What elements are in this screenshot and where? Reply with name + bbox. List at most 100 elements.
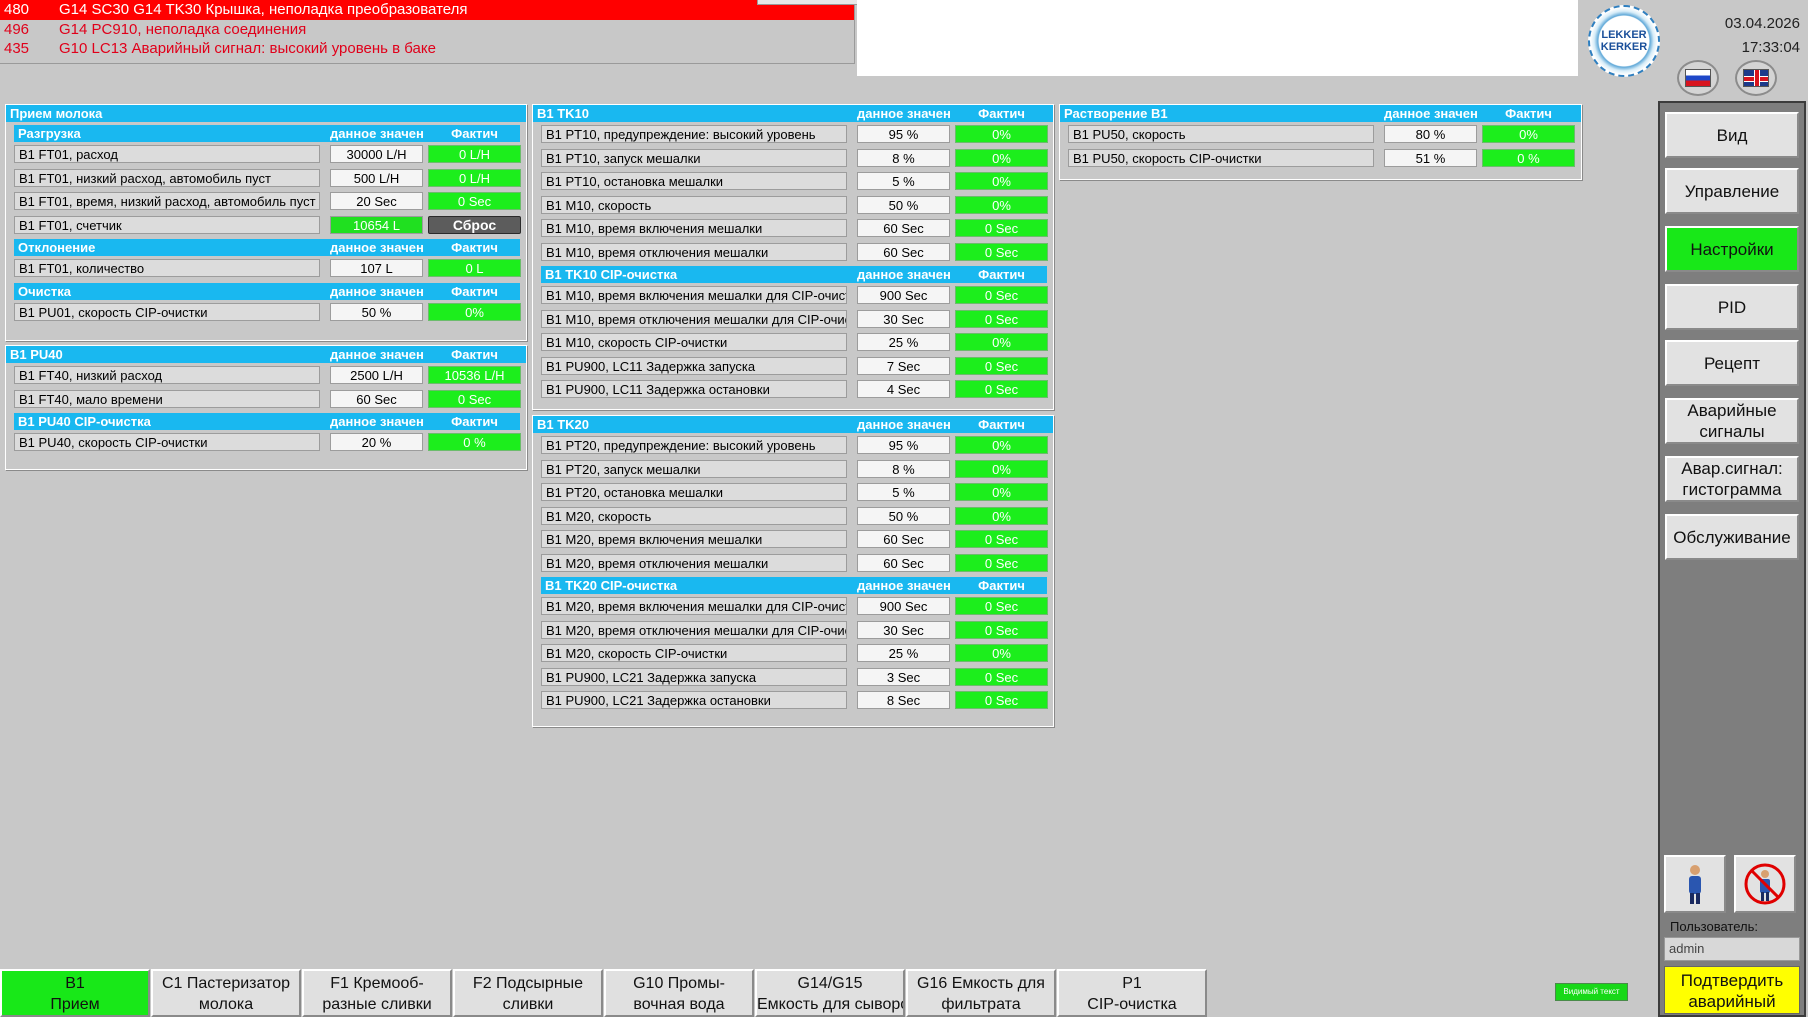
- actual-value: 0 Sec: [955, 620, 1048, 639]
- tk10-title: B1 TK10: [537, 106, 590, 121]
- actual-column-header: Фактич: [978, 578, 1025, 593]
- parameter-row: B1 FT01, время, низкий расход, автомобил…: [14, 192, 521, 213]
- tab-line1: G16 Емкость для: [917, 975, 1045, 992]
- parameter-label: B1 PU01, скорость CIP-очистки: [14, 302, 320, 321]
- setpoint-input[interactable]: 3 Sec: [857, 667, 950, 686]
- nav-alarms-button[interactable]: Аварийные сигналы: [1665, 398, 1799, 444]
- nav-view-button[interactable]: Вид: [1665, 112, 1799, 158]
- parameter-label: B1 M20, время отключения мешалки для CIP…: [541, 620, 847, 639]
- setpoint-input[interactable]: 107 L: [330, 259, 423, 277]
- setpoint-input[interactable]: 51 %: [1384, 148, 1477, 167]
- parameter-label: B1 FT01, низкий расход, автомобиль пуст: [14, 168, 320, 187]
- setpoint-input[interactable]: 500 L/H: [330, 168, 423, 187]
- unload-section-header: Разгрузка данное значени Фактич: [14, 125, 520, 142]
- setpoint-input[interactable]: 900 Sec: [857, 286, 950, 304]
- actual-value: 0%: [955, 195, 1048, 214]
- nav-alarm-histogram-button[interactable]: Авар.сигнал: гистограмма: [1665, 456, 1799, 502]
- setpoint-input[interactable]: 25 %: [857, 644, 950, 662]
- setpoint-input[interactable]: 900 Sec: [857, 597, 950, 615]
- deviation-section-title: Отклонение: [18, 240, 96, 255]
- parameter-label: B1 M10, скорость CIP-очистки: [541, 333, 847, 351]
- setpoint-input[interactable]: 60 Sec: [857, 530, 950, 548]
- tab-line2: фильтрата: [941, 996, 1021, 1013]
- setpoint-input[interactable]: 50 %: [857, 195, 950, 214]
- setpoint-input[interactable]: 7 Sec: [857, 356, 950, 375]
- setpoint-column-header: данное значени: [330, 283, 423, 299]
- tab-g10-rinse-water[interactable]: G10 Промы-вочная вода: [604, 969, 754, 1017]
- logout-button[interactable]: [1734, 855, 1796, 913]
- parameter-row: B1 PT20, запуск мешалки 8 % 0%: [541, 459, 1048, 481]
- setpoint-input[interactable]: 20 %: [330, 433, 423, 451]
- tab-line1: C1 Пастеризатор: [161, 975, 290, 992]
- user-area: Пользователь: admin Подтвердить аварийны…: [1664, 855, 1800, 1015]
- setpoint-input[interactable]: 10654 L: [330, 215, 423, 234]
- parameter-label: B1 M20, скорость CIP-очистки: [541, 644, 847, 662]
- tab-g14-g15-whey[interactable]: G14/G15 Емкость для сыворотки/обр: [755, 969, 905, 1017]
- confirm-alarm-button[interactable]: Подтвердить аварийный сигнал: [1664, 966, 1800, 1014]
- nav-pid-button[interactable]: PID: [1665, 284, 1799, 330]
- visible-text-button[interactable]: Видимый текст: [1555, 983, 1628, 1001]
- nav-control-button[interactable]: Управление: [1665, 168, 1799, 214]
- setpoint-input[interactable]: 8 %: [857, 148, 950, 167]
- setpoint-input[interactable]: 50 %: [330, 302, 423, 321]
- setpoint-input[interactable]: 60 Sec: [857, 553, 950, 572]
- parameter-label: B1 M20, время отключения мешалки: [541, 553, 847, 572]
- alarm-row[interactable]: 480 G14 SC30 G14 TK30 Крышка, неполадка п…: [0, 0, 854, 20]
- tab-g16-filtrate[interactable]: G16 Емкость для фильтрата: [906, 969, 1056, 1017]
- setpoint-input[interactable]: 5 %: [857, 172, 950, 190]
- setpoint-input[interactable]: 60 Sec: [857, 219, 950, 237]
- actual-column-header: Фактич: [451, 126, 498, 141]
- alarm-list[interactable]: 480 G14 SC30 G14 TK30 Крышка, неполадка п…: [0, 0, 855, 64]
- setpoint-column-header: данное значени: [857, 417, 950, 432]
- parameter-row: B1 PU01, скорость CIP-очистки 50 % 0%: [14, 302, 521, 324]
- actual-column-header: Фактич: [978, 106, 1025, 121]
- tab-c1-pasteurizer[interactable]: C1 Пастеризатор молока: [151, 969, 301, 1017]
- language-english-flag-icon[interactable]: [1735, 60, 1777, 96]
- user-field: admin: [1664, 937, 1800, 961]
- setpoint-input[interactable]: 30 Sec: [857, 309, 950, 328]
- tab-line1: B1: [65, 975, 85, 992]
- parameter-label: B1 PU50, скорость CIP-очистки: [1068, 148, 1374, 167]
- language-russian-flag-icon[interactable]: [1677, 60, 1719, 96]
- setpoint-input[interactable]: 60 Sec: [330, 389, 423, 408]
- nav-settings-button[interactable]: Настройки: [1665, 226, 1799, 272]
- nav-maintenance-button[interactable]: Обслуживание: [1665, 514, 1799, 560]
- setpoint-input[interactable]: 25 %: [857, 333, 950, 351]
- reset-counter-button[interactable]: Сброс: [428, 215, 521, 234]
- tk20-panel: B1 TK20 данное значени Фактич B1 PT20, пред…: [532, 415, 1054, 727]
- setpoint-column-header: данное значени: [857, 106, 950, 121]
- setpoint-input[interactable]: 95 %: [857, 125, 950, 143]
- logout-icon: [1744, 863, 1786, 905]
- login-button[interactable]: [1664, 855, 1726, 913]
- tab-f2-cheese-cream[interactable]: F2 Подсырные сливки: [453, 969, 603, 1017]
- parameter-row: B1 PT10, запуск мешалки 8 % 0%: [541, 148, 1048, 170]
- tab-p1-cip[interactable]: P1 CIP-очистка: [1057, 969, 1207, 1017]
- parameter-label: B1 PU50, скорость: [1068, 125, 1374, 143]
- setpoint-input[interactable]: 95 %: [857, 436, 950, 454]
- setpoint-input[interactable]: 5 %: [857, 483, 950, 501]
- setpoint-input[interactable]: 80 %: [1384, 125, 1477, 143]
- tab-b1-intake[interactable]: B1 Прием: [0, 969, 150, 1017]
- setpoint-input[interactable]: 8 %: [857, 459, 950, 478]
- actual-value: 0%: [955, 172, 1048, 190]
- setpoint-input[interactable]: 8 Sec: [857, 691, 950, 709]
- setpoint-input[interactable]: 30000 L/H: [330, 145, 423, 163]
- alarm-row[interactable]: 496 G14 PC910, неполадка соединения: [0, 20, 854, 40]
- parameter-label: B1 PU40, скорость CIP-очистки: [14, 433, 320, 451]
- alarm-row[interactable]: 435 G10 LC13 Аварийный сигнал: высокий ур…: [0, 39, 854, 59]
- tk10-panel: B1 TK10 данное значени Фактич B1 PT10, пред…: [532, 104, 1054, 410]
- milk-intake-panel: Прием молока Разгрузка данное значени Факти…: [5, 104, 527, 341]
- setpoint-input[interactable]: 20 Sec: [330, 192, 423, 210]
- setpoint-input[interactable]: 50 %: [857, 506, 950, 525]
- setpoint-input[interactable]: 4 Sec: [857, 380, 950, 398]
- setpoint-input[interactable]: 30 Sec: [857, 620, 950, 639]
- parameter-label: B1 M20, скорость: [541, 506, 847, 525]
- nav-recipe-button[interactable]: Рецепт: [1665, 340, 1799, 386]
- setpoint-column-header: данное значени: [857, 267, 950, 282]
- actual-value: 0 Sec: [955, 691, 1048, 709]
- tab-f1-cream[interactable]: F1 Кремооб-разные сливки: [302, 969, 452, 1017]
- actual-value: 0 Sec: [955, 219, 1048, 237]
- setpoint-input[interactable]: 2500 L/H: [330, 366, 423, 384]
- setpoint-input[interactable]: 60 Sec: [857, 242, 950, 261]
- alarm-number: 480: [4, 1, 30, 18]
